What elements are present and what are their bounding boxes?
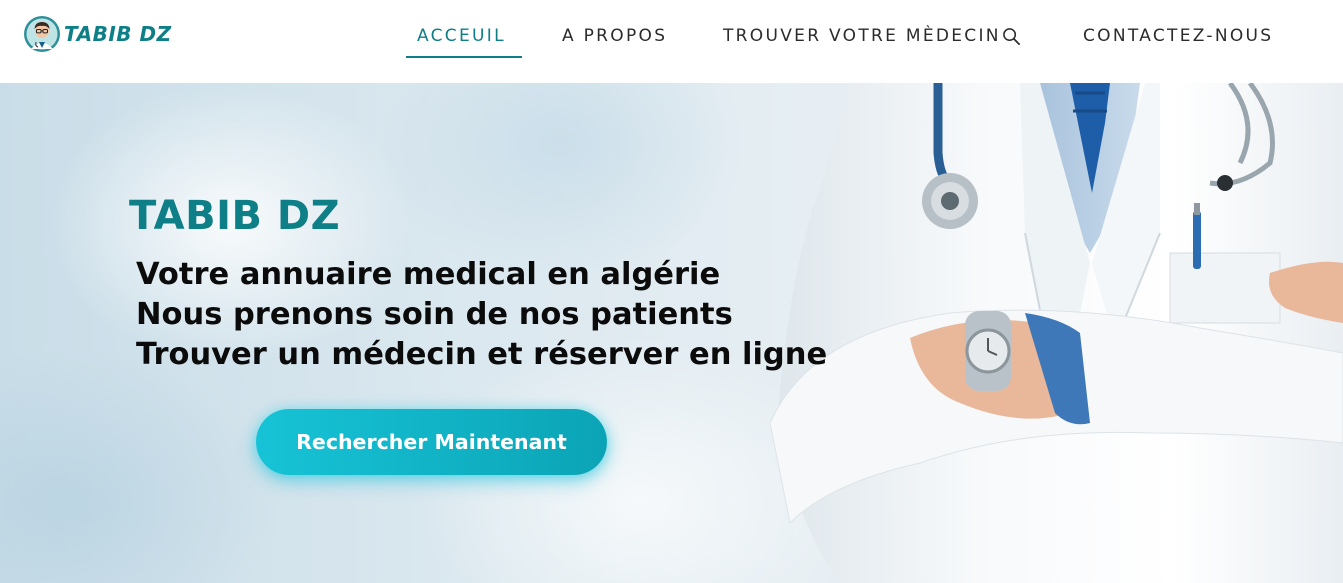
nav-trouver-medecin-label: TROUVER VOTRE MÈDECIN <box>723 26 1001 46</box>
search-now-button[interactable]: Rechercher Maintenant <box>256 409 607 475</box>
nav-a-propos[interactable]: A PROPOS <box>562 24 667 48</box>
hero-line-soin: Nous prenons soin de nos patients <box>136 297 733 332</box>
nav-active-underline <box>406 56 522 58</box>
hero-section: TABIB DZ Votre annuaire medical en algér… <box>0 83 1343 583</box>
hero-line-annuaire: Votre annuaire medical en algérie <box>136 257 721 292</box>
main-nav: ACCEUIL A PROPOS TROUVER VOTRE MÈDECIN C… <box>0 0 1343 83</box>
site-header: TABIB DZ ACCEUIL A PROPOS TROUVER VOTRE … <box>0 0 1343 83</box>
nav-trouver-medecin[interactable]: TROUVER VOTRE MÈDECIN <box>723 24 1021 48</box>
doctor-image <box>770 83 1343 583</box>
search-icon <box>1002 27 1020 45</box>
hero-title: TABIB DZ <box>129 193 341 239</box>
hero-line-reserver: Trouver un médecin et réserver en ligne <box>136 337 828 372</box>
nav-contactez-nous[interactable]: CONTACTEZ-NOUS <box>1083 24 1273 48</box>
nav-accueil[interactable]: ACCEUIL <box>417 24 506 48</box>
